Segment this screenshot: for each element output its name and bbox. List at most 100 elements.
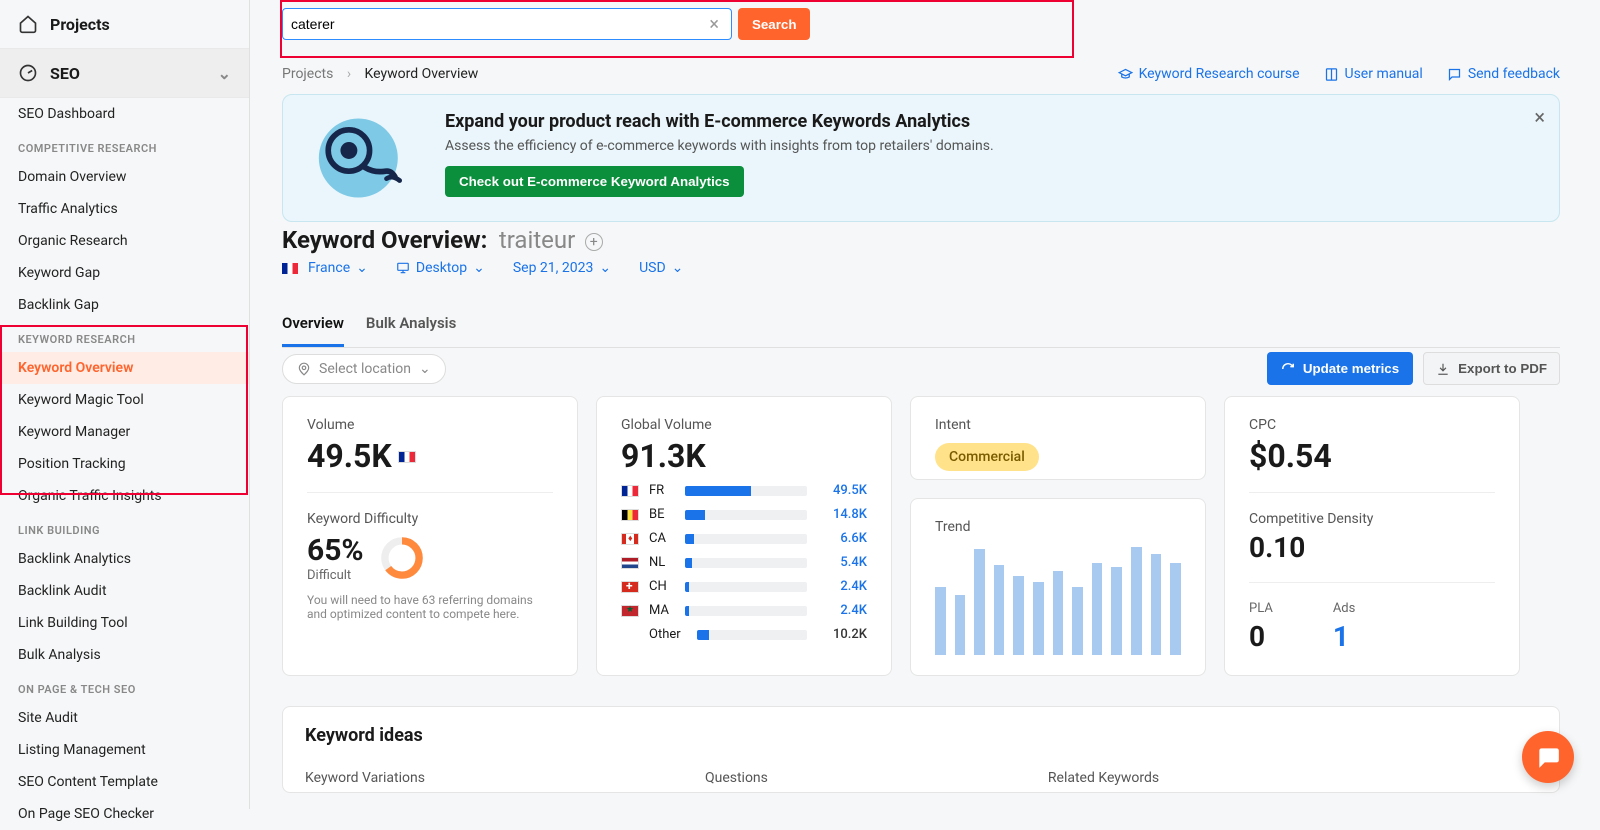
- gv-value[interactable]: 2.4K: [817, 579, 867, 594]
- gv-value[interactable]: 49.5K: [817, 483, 867, 498]
- export-pdf-button[interactable]: Export to PDF: [1423, 352, 1560, 385]
- sidebar-projects[interactable]: Projects: [0, 0, 249, 48]
- intent-label: Intent: [935, 417, 1181, 433]
- sidebar-item[interactable]: Keyword Magic Tool: [0, 384, 249, 416]
- search-row: × Search: [282, 8, 810, 40]
- card-trend: Trend: [910, 498, 1206, 676]
- gv-value[interactable]: 5.4K: [817, 555, 867, 570]
- sidebar-seo-label: SEO: [50, 64, 80, 83]
- sidebar-item[interactable]: Site Audit: [0, 702, 249, 734]
- sidebar-heading: KEYWORD RESEARCH: [0, 321, 249, 352]
- pin-icon: [297, 362, 311, 376]
- trend-bar: [1013, 576, 1024, 655]
- gauge-icon: [18, 63, 38, 83]
- pla-value: 0: [1249, 620, 1273, 653]
- ideas-col-questions: Questions: [705, 770, 768, 786]
- page-title-wrap: Keyword Overview: traiteur +: [282, 226, 603, 254]
- trend-bar: [994, 565, 1005, 655]
- filter-country[interactable]: France ⌄: [282, 260, 368, 276]
- clear-icon[interactable]: ×: [705, 14, 723, 35]
- flag-fr-icon: [398, 451, 416, 463]
- gv-bar: [697, 630, 807, 640]
- volume-value: 49.5K: [307, 437, 392, 475]
- trend-bar: [1033, 582, 1044, 655]
- update-metrics-button[interactable]: Update metrics: [1267, 352, 1413, 385]
- subrow: Select location ⌄ Update metrics Export …: [282, 352, 1560, 385]
- sidebar-item[interactable]: SEO Content Template: [0, 766, 249, 798]
- trend-bar: [935, 587, 946, 655]
- sidebar-item[interactable]: Organic Traffic Insights: [0, 480, 249, 512]
- kd-word: Difficult: [307, 568, 364, 583]
- trend-bar: [1072, 587, 1083, 655]
- home-icon: [18, 14, 38, 34]
- close-icon[interactable]: ×: [1534, 105, 1545, 129]
- gv-bar: [685, 606, 807, 616]
- gv-country: FR: [649, 483, 675, 498]
- trend-bar: [1170, 563, 1181, 655]
- sidebar-item[interactable]: Bulk Analysis: [0, 639, 249, 671]
- search-input[interactable]: [291, 16, 705, 32]
- flag-icon: [621, 509, 639, 521]
- flag-icon: [621, 581, 639, 593]
- gv-row: FR 49.5K: [621, 483, 867, 498]
- card-keyword-ideas: Keyword ideas Keyword Variations Questio…: [282, 706, 1560, 793]
- sidebar-item[interactable]: Keyword Manager: [0, 416, 249, 448]
- banner-subtitle: Assess the efficiency of e-commerce keyw…: [445, 138, 994, 154]
- sidebar-item[interactable]: Traffic Analytics: [0, 193, 249, 225]
- breadcrumb-current: Keyword Overview: [365, 66, 479, 82]
- ads-label: Ads: [1333, 601, 1356, 616]
- sidebar-item[interactable]: On Page SEO Checker: [0, 798, 249, 830]
- breadcrumb-root[interactable]: Projects: [282, 66, 333, 82]
- gv-country: BE: [649, 507, 675, 522]
- tab-bulk[interactable]: Bulk Analysis: [366, 304, 456, 347]
- cpc-label: CPC: [1249, 417, 1495, 433]
- gv-other-label: Other: [649, 627, 687, 642]
- sidebar-item[interactable]: Backlink Gap: [0, 289, 249, 321]
- chevron-down-icon: ⌄: [419, 361, 431, 377]
- filter-currency[interactable]: USD ⌄: [639, 260, 683, 276]
- sidebar: Projects SEO ⌄ SEO Dashboard COMPETITIVE…: [0, 0, 250, 809]
- link-feedback[interactable]: Send feedback: [1447, 66, 1560, 82]
- sidebar-projects-label: Projects: [50, 15, 110, 34]
- sidebar-item[interactable]: Backlink Analytics: [0, 543, 249, 575]
- search-input-wrap: ×: [282, 8, 732, 40]
- gv-row: CA6.6K: [621, 531, 867, 546]
- page-keyword: traiteur: [499, 226, 575, 254]
- add-keyword-button[interactable]: +: [585, 233, 603, 251]
- trend-bar: [1053, 571, 1064, 655]
- sidebar-seo[interactable]: SEO ⌄: [0, 48, 249, 98]
- location-select[interactable]: Select location ⌄: [282, 354, 446, 384]
- card-volume: Volume 49.5K Keyword Difficulty 65% Diff…: [282, 396, 578, 676]
- sidebar-item[interactable]: Keyword Gap: [0, 257, 249, 289]
- filter-device[interactable]: Desktop ⌄: [396, 260, 485, 276]
- sidebar-item-dashboard[interactable]: SEO Dashboard: [0, 98, 249, 130]
- ideas-col-related: Related Keywords: [1048, 770, 1159, 786]
- tab-overview[interactable]: Overview: [282, 304, 344, 347]
- gv-country: MA: [649, 603, 675, 618]
- gv-value[interactable]: 6.6K: [817, 531, 867, 546]
- sidebar-item[interactable]: Organic Research: [0, 225, 249, 257]
- link-manual[interactable]: User manual: [1324, 66, 1423, 82]
- sidebar-item[interactable]: Domain Overview: [0, 161, 249, 193]
- filter-date[interactable]: Sep 21, 2023 ⌄: [513, 260, 611, 276]
- chat-bubble-icon: [1535, 744, 1561, 770]
- sidebar-item[interactable]: Position Tracking: [0, 448, 249, 480]
- gv-value[interactable]: 14.8K: [817, 507, 867, 522]
- search-button[interactable]: Search: [738, 8, 810, 40]
- main-content: × Search Projects › Keyword Overview Key…: [250, 0, 1600, 809]
- sidebar-item[interactable]: Listing Management: [0, 734, 249, 766]
- ideas-col-variations: Keyword Variations: [305, 770, 425, 786]
- card-cpc: CPC $0.54 Competitive Density 0.10 PLA0 …: [1224, 396, 1520, 676]
- link-course[interactable]: Keyword Research course: [1118, 66, 1300, 82]
- trend-bar: [1092, 563, 1103, 655]
- banner-cta[interactable]: Check out E-commerce Keyword Analytics: [445, 166, 744, 197]
- ads-value[interactable]: 1: [1333, 620, 1356, 653]
- chat-fab[interactable]: [1522, 731, 1574, 783]
- sidebar-item[interactable]: Link Building Tool: [0, 607, 249, 639]
- sidebar-item[interactable]: Keyword Overview: [0, 352, 249, 384]
- gv-value[interactable]: 2.4K: [817, 603, 867, 618]
- chat-icon: [1447, 67, 1462, 82]
- sidebar-item[interactable]: Backlink Audit: [0, 575, 249, 607]
- gv-country: CH: [649, 579, 675, 594]
- sidebar-heading: ON PAGE & TECH SEO: [0, 671, 249, 702]
